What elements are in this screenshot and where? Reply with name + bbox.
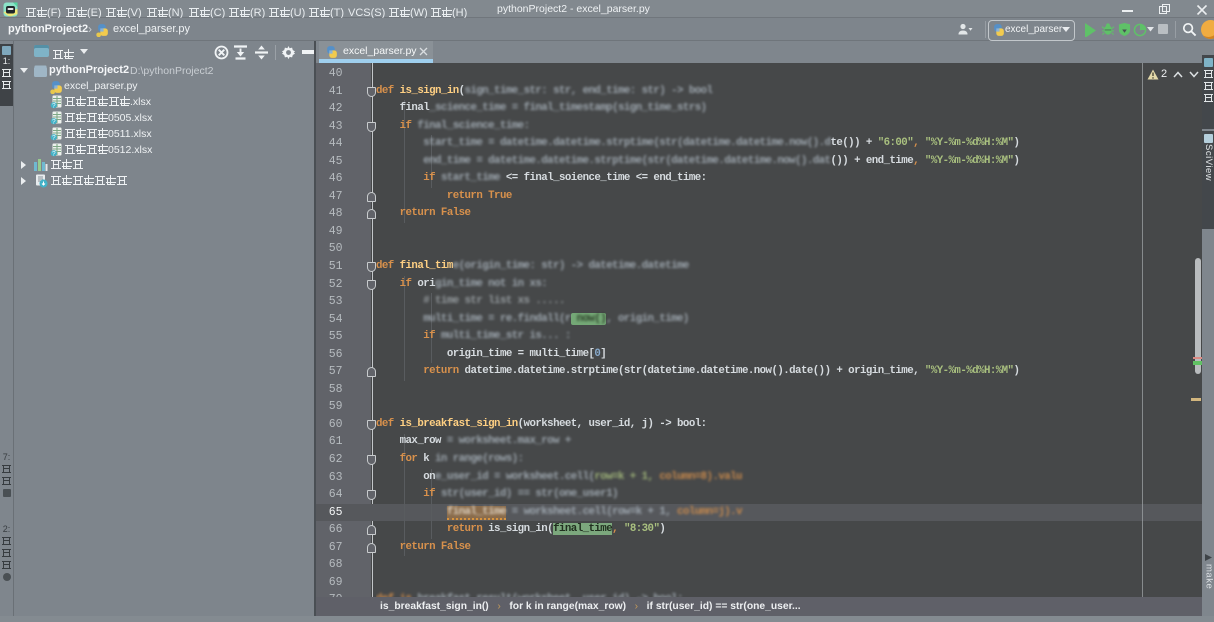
svg-text:?: ? (52, 118, 56, 125)
svg-text:?: ? (52, 134, 56, 141)
svg-text:?: ? (52, 150, 56, 157)
svg-text:?: ? (52, 102, 56, 109)
